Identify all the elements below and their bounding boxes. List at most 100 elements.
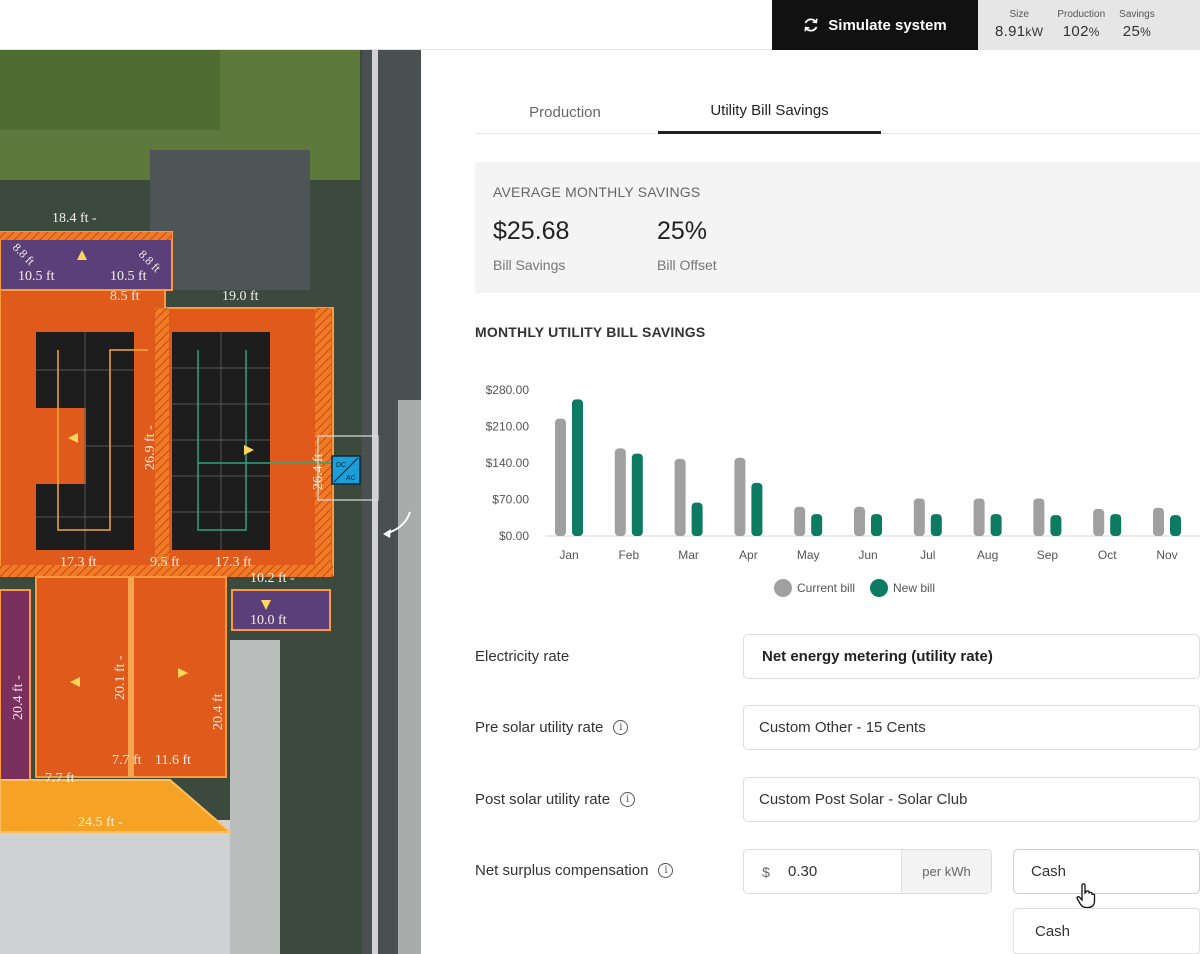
walkway [230,640,280,954]
legend-marker [774,579,792,597]
neighbor-roof [150,150,310,290]
net-surplus-value[interactable]: 0.30 [788,863,817,880]
stat-savings-label: Savings [1119,9,1155,20]
refresh-icon [804,18,818,32]
roof-map-canvas[interactable]: DC AC 18.4 ft - 10.5 ft 10.5 ft 8.5 ft 1… [0,50,421,954]
bar-current-bill-nov[interactable] [1153,507,1164,536]
bar-current-bill-jun[interactable] [854,506,865,536]
info-icon[interactable]: i [620,792,636,807]
y-tick-label: $280.00 [486,383,530,397]
electricity-rate-select[interactable]: Net energy metering (utility rate) [743,634,1200,679]
x-tick-label: May [797,548,820,562]
bar-new-bill-mar[interactable] [691,502,703,536]
post-solar-rate-label: Post solar utility rate i [475,791,636,808]
dimension-label: 8.5 ft [110,289,140,304]
bar-current-bill-aug[interactable] [973,498,985,536]
info-icon[interactable]: i [613,720,629,735]
stat-size-value: 8.91kW [995,23,1044,40]
roof-map-svg[interactable]: DC AC 18.4 ft - 10.5 ft 10.5 ft 8.5 ft 1… [0,50,421,954]
dimension-label: 7.7 ft [45,771,75,786]
compensation-type-value: Cash [1031,863,1067,880]
x-tick-label: Apr [739,548,758,562]
y-tick-label: $210.00 [486,420,530,434]
y-tick-label: $70.00 [492,493,529,507]
summary-title: AVERAGE MONTHLY SAVINGS [493,184,701,200]
x-tick-label: Oct [1098,548,1117,562]
simulate-system-button[interactable]: Simulate system [772,0,978,50]
compensation-type-select[interactable]: Cash [1013,849,1200,909]
bar-new-bill-oct[interactable] [1110,514,1122,536]
x-tick-label: Feb [618,548,639,562]
stat-production-label: Production [1057,9,1106,20]
bill-savings-label: Bill Savings [493,257,566,273]
dimension-label: 9.5 ft [150,555,180,570]
pre-solar-rate-label: Pre solar utility rate i [475,719,629,736]
net-surplus-label: Net surplus compensation i [475,862,674,879]
dimension-label: 11.6 ft [155,753,191,768]
tab-production[interactable]: Production [475,90,655,134]
top-bar: Simulate system Size 8.91kW Production 1… [0,0,1200,50]
inverter-label-ac: AC [346,475,356,482]
x-tick-label: Jun [858,548,877,562]
simulate-system-label: Simulate system [828,16,947,34]
bar-current-bill-may[interactable] [794,506,806,536]
legend-marker [870,579,888,597]
post-solar-rate-label-text: Post solar utility rate [475,791,611,808]
post-solar-rate-select[interactable]: Custom Post Solar - Solar Club [743,777,1200,822]
bar-current-bill-jul[interactable] [913,498,925,536]
unit-suffix: per kWh [901,850,991,893]
bar-new-bill-aug[interactable] [990,514,1002,536]
bar-new-bill-jun[interactable] [871,514,882,536]
y-tick-label: $0.00 [499,529,529,543]
monthly-savings-chart-svg: $0.00 $70.00 $140.00 $210.00 $280.00 Jan Feb Ma… [486,383,1200,597]
net-surplus-label-text: Net surplus compensation [475,862,649,879]
pre-solar-rate-label-text: Pre solar utility rate [475,719,604,736]
bar-current-bill-apr[interactable] [734,457,746,536]
dimension-label: 17.3 ft [215,555,252,570]
currency-prefix: $ [762,863,770,880]
tree-area [0,50,220,130]
electricity-rate-label-text: Electricity rate [475,648,570,665]
bar-current-bill-mar[interactable] [674,458,686,536]
bar-new-bill-sep[interactable] [1050,515,1062,536]
x-tick-label: Jul [920,548,935,562]
legend-label: Current bill [797,581,855,595]
y-tick-label: $140.00 [486,456,530,470]
monthly-savings-chart: $0.00 $70.00 $140.00 $210.00 $280.00 Jan Feb Ma… [461,370,1200,630]
average-monthly-savings-card: AVERAGE MONTHLY SAVINGS $25.68 Bill Savi… [475,162,1200,293]
dimension-label: 7.7 ft [112,753,142,768]
x-tick-label: Jan [559,548,578,562]
sidewalk [398,400,421,954]
dropdown-option-cash[interactable]: Cash [1013,908,1200,954]
bar-new-bill-may[interactable] [811,514,823,536]
bar-new-bill-feb[interactable] [631,453,643,536]
dimension-label: 20.4 ft [211,693,226,730]
bar-new-bill-apr[interactable] [751,482,763,536]
bar-new-bill-jul[interactable] [930,514,942,536]
x-tick-label: Mar [678,548,699,562]
stat-size-label: Size [1009,9,1029,20]
bar-current-bill-oct[interactable] [1093,508,1105,536]
panel-array-right[interactable] [172,332,270,550]
bar-current-bill-jan[interactable] [555,418,566,536]
x-tick-label: Aug [977,548,998,562]
tab-utility-bill-savings[interactable]: Utility Bill Savings [658,90,881,134]
dimension-label: 26.4 ft [311,453,326,490]
x-tick-label: Sep [1037,548,1059,562]
dimension-label: 26.9 ft - [143,425,158,470]
bar-new-bill-jan[interactable] [572,399,583,536]
bar-new-bill-nov[interactable] [1170,515,1181,536]
system-stats: Size 8.91kW Production 102% Savings 25% [978,0,1200,50]
stat-production-value: 102% [1062,23,1100,40]
legend-label: New bill [893,581,935,595]
stat-savings-value: 25% [1122,23,1152,40]
net-surplus-rate-input[interactable]: $ 0.30 per kWh [743,849,992,894]
pre-solar-rate-select[interactable]: Custom Other - 15 Cents [743,705,1200,750]
bar-current-bill-feb[interactable] [614,448,626,536]
dimension-label: 10.5 ft [18,269,55,284]
info-icon[interactable]: i [658,863,674,878]
inverter-label-dc: DC [336,462,346,469]
dimension-label: 20.4 ft - [11,675,26,720]
dimension-label: 10.2 ft - [250,571,295,586]
bar-current-bill-sep[interactable] [1033,498,1045,536]
